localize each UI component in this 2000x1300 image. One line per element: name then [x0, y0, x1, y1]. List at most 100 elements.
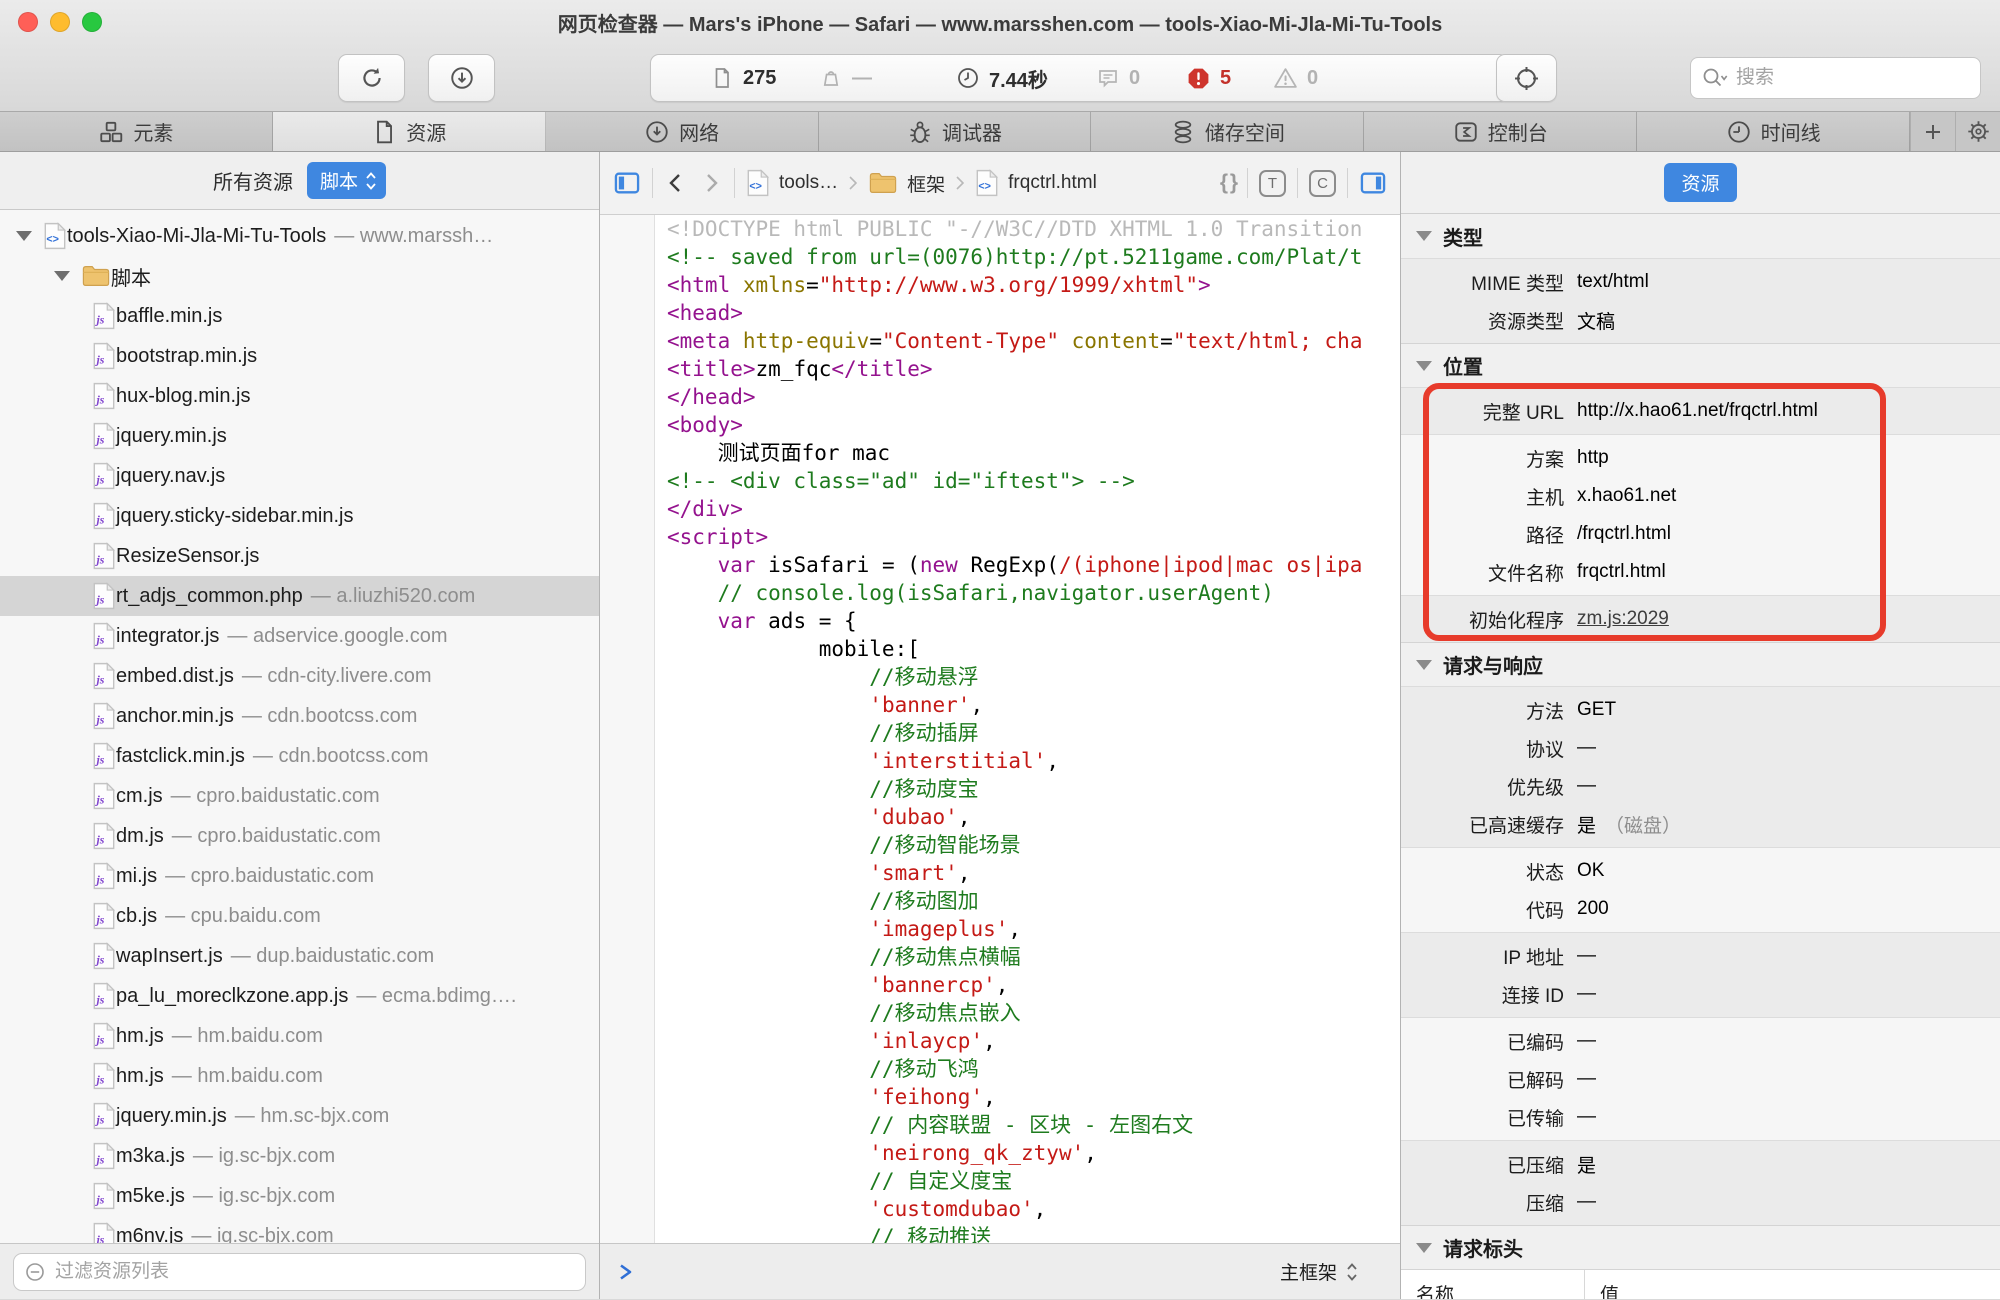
pretty-print-button[interactable]: { }	[1220, 171, 1236, 195]
zoom-window-button[interactable]	[82, 12, 102, 32]
resource-item[interactable]: jscb.js— cpu.baidu.com	[0, 896, 599, 936]
resource-item[interactable]: jsdm.js— cpro.baidustatic.com	[0, 816, 599, 856]
section-header[interactable]: 请求与响应	[1401, 642, 2000, 686]
frame-selector-label: 主框架	[1280, 1258, 1337, 1285]
tab-console[interactable]: 控制台	[1364, 112, 1637, 151]
code-text: <title>zm_fqc</title>	[655, 355, 933, 383]
resource-item[interactable]: jsrt_adjs_common.php— a.liuzhi520.com	[0, 576, 599, 616]
resource-item[interactable]: jsbaffle.min.js	[0, 296, 599, 336]
resource-item[interactable]: jsanchor.min.js— cdn.bootcss.com	[0, 696, 599, 736]
svg-text:js: js	[94, 713, 104, 727]
tab-storage[interactable]: 储存空间	[1091, 112, 1364, 151]
search-input[interactable]	[1736, 67, 1970, 89]
detail-value[interactable]: zm.js:2029	[1577, 608, 1669, 630]
code-line: 15 var ads = {	[600, 607, 1400, 635]
console-prompt-icon[interactable]	[616, 1262, 636, 1282]
toggle-right-sidebar-icon[interactable]	[1359, 170, 1387, 196]
svg-text:js: js	[94, 593, 104, 607]
download-button[interactable]	[428, 54, 495, 102]
svg-text:js: js	[94, 1073, 104, 1087]
tab-resources[interactable]: 资源	[273, 112, 546, 151]
resource-name: jquery.min.js	[116, 425, 227, 448]
section-header[interactable]: 位置	[1401, 343, 2000, 387]
reload-button[interactable]	[338, 54, 405, 102]
detail-value: /frqctrl.html	[1577, 523, 1671, 545]
resource-item[interactable]: jspa_lu_moreclkzone.app.js— ecma.bdimg….	[0, 976, 599, 1016]
disclosure-triangle-icon	[1416, 231, 1432, 241]
type-profiler-button[interactable]: T	[1259, 170, 1286, 197]
detail-label: 连接 ID	[1401, 981, 1577, 1008]
tab-label: 时间线	[1761, 117, 1821, 146]
disclosure-triangle-icon[interactable]	[54, 271, 70, 281]
resource-panel-button[interactable]: 资源	[1664, 163, 1736, 202]
resource-name: jquery.sticky-sidebar.min.js	[116, 505, 353, 528]
scope-filter-button[interactable]: 脚本	[307, 162, 386, 199]
filter-input[interactable]	[55, 1261, 575, 1283]
tab-label: 控制台	[1488, 117, 1548, 146]
svg-text:js: js	[94, 913, 104, 927]
resource-item[interactable]: jsintegrator.js— adservice.google.com	[0, 616, 599, 656]
resource-item[interactable]: <>tools-Xiao-Mi-Jla-Mi-Tu-Tools— www.mar…	[0, 216, 599, 256]
sidebar-footer	[0, 1243, 599, 1299]
code-text: // 移动推送	[655, 1223, 991, 1243]
resource-item[interactable]: jswapInsert.js— dup.baidustatic.com	[0, 936, 599, 976]
section-header[interactable]: 类型	[1401, 214, 2000, 258]
resource-item[interactable]: jsm3ka.js— ig.sc-bjx.com	[0, 1136, 599, 1176]
tab-elements[interactable]: 元素	[0, 112, 273, 151]
resource-item[interactable]: jsjquery.sticky-sidebar.min.js	[0, 496, 599, 536]
breadcrumb-item[interactable]: <>tools…	[746, 169, 838, 197]
resource-item[interactable]: 脚本	[0, 256, 599, 296]
code-text: 'feihong',	[655, 1083, 996, 1111]
resource-stats-summary[interactable]: 275 — 7.44秒 0 5 0	[650, 54, 1508, 102]
jsfile-icon: js	[92, 1022, 116, 1050]
transfer-size-stat: —	[819, 55, 872, 101]
minimize-window-button[interactable]	[50, 12, 70, 32]
breadcrumb-label: tools…	[779, 172, 838, 194]
warning-icon	[1273, 66, 1298, 91]
resources-tab-icon	[371, 119, 397, 145]
breadcrumb-item[interactable]: <>frqctrl.html	[975, 169, 1097, 197]
tab-timelines[interactable]: 时间线	[1637, 112, 1910, 151]
search-field[interactable]	[1690, 57, 1981, 99]
disclosure-triangle-icon[interactable]	[16, 231, 32, 241]
code-text: 'imageplus',	[655, 915, 1021, 943]
add-tab-button[interactable]	[1910, 112, 1955, 151]
code-line: 24 'smart',	[600, 859, 1400, 887]
code-coverage-button[interactable]: C	[1309, 170, 1336, 197]
resource-item[interactable]: jsjquery.min.js	[0, 416, 599, 456]
resource-item[interactable]: jsmi.js— cpro.baidustatic.com	[0, 856, 599, 896]
resource-item[interactable]: jscm.js— cpro.baidustatic.com	[0, 776, 599, 816]
resource-item[interactable]: jshux-blog.min.js	[0, 376, 599, 416]
disclosure-triangle-icon	[1416, 361, 1432, 371]
warning-count: 0	[1307, 67, 1318, 90]
svg-text:<>: <>	[46, 233, 59, 245]
toggle-left-sidebar-icon[interactable]	[613, 170, 641, 196]
tab-network[interactable]: 网络	[546, 112, 819, 151]
settings-tab-button[interactable]	[1955, 112, 2000, 151]
svg-text:js: js	[94, 993, 104, 1007]
code-line: 14 // console.log(isSafari,navigator.use…	[600, 579, 1400, 607]
back-button[interactable]	[664, 171, 688, 195]
resource-item[interactable]: jsjquery.nav.js	[0, 456, 599, 496]
close-window-button[interactable]	[18, 12, 38, 32]
resource-item[interactable]: jsjquery.min.js— hm.sc-bjx.com	[0, 1096, 599, 1136]
code-text: <body>	[655, 411, 743, 439]
resource-item[interactable]: jsResizeSensor.js	[0, 536, 599, 576]
resource-item[interactable]: jsembed.dist.js— cdn-city.livere.com	[0, 656, 599, 696]
forward-button[interactable]	[699, 171, 723, 195]
filter-field[interactable]	[13, 1253, 586, 1291]
resource-item[interactable]: jshm.js— hm.baidu.com	[0, 1056, 599, 1096]
element-picker-button[interactable]	[1496, 54, 1557, 102]
resource-item[interactable]: jsfastclick.min.js— cdn.bootcss.com	[0, 736, 599, 776]
resource-item[interactable]: jsbootstrap.min.js	[0, 336, 599, 376]
resource-item[interactable]: jsm6nv.js— ig.sc-bjx.com	[0, 1216, 599, 1243]
detail-row: 方案http	[1401, 439, 2000, 477]
tab-debugger[interactable]: 调试器	[819, 112, 1092, 151]
frame-selector[interactable]: 主框架	[1280, 1258, 1358, 1285]
resource-item[interactable]: jsm5ke.js— ig.sc-bjx.com	[0, 1176, 599, 1216]
resource-item[interactable]: jshm.js— hm.baidu.com	[0, 1016, 599, 1056]
error-count-stat: 5	[1186, 55, 1231, 101]
section-header[interactable]: 请求标头	[1401, 1225, 2000, 1269]
resource-name: cb.js	[116, 905, 157, 928]
breadcrumb-item[interactable]: 框架	[868, 170, 945, 197]
